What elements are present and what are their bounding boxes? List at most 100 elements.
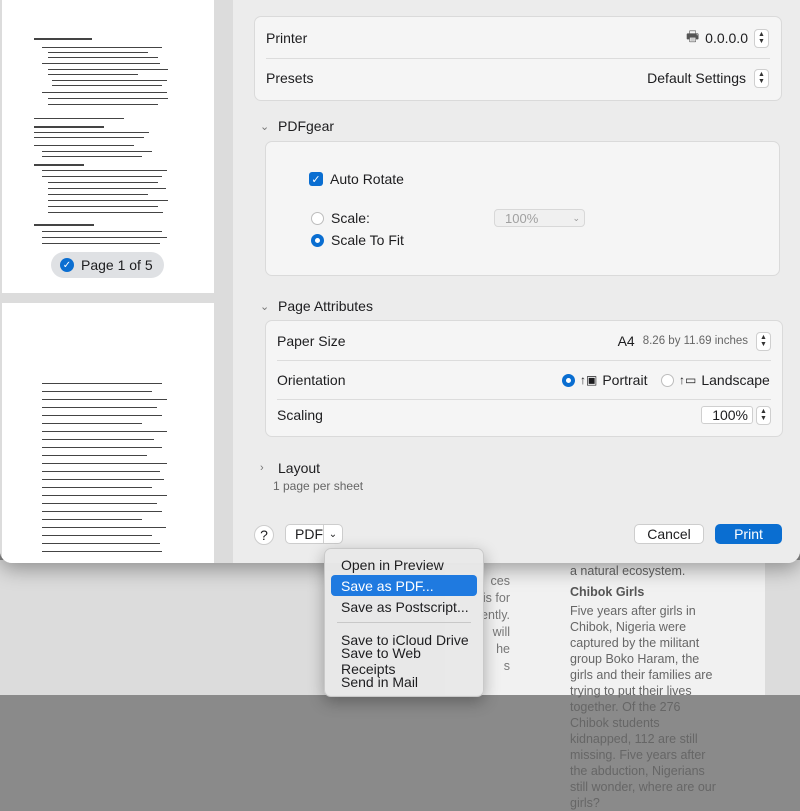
layout-title: Layout xyxy=(278,460,321,476)
orientation-label: Orientation xyxy=(277,372,346,388)
text-line xyxy=(42,447,162,448)
pdfgear-title: PDFgear xyxy=(278,118,335,134)
menu-divider xyxy=(337,622,471,623)
divider xyxy=(266,58,770,59)
pdfgear-card: ✓ Auto Rotate Scale: 100% ⌄ Scale To Fit xyxy=(265,141,780,276)
printer-icon: 🖶 xyxy=(685,28,700,44)
scale-to-fit-radio[interactable]: Scale To Fit xyxy=(311,231,779,249)
presets-row[interactable]: Presets Default Settings ▲ ▼ xyxy=(255,68,781,88)
print-button[interactable]: Print xyxy=(715,524,782,544)
page-attributes-card: Paper Size A4 8.26 by 11.69 inches ▲ ▼ Or… xyxy=(265,320,783,437)
chevron-down-icon: ⌄ xyxy=(260,300,270,313)
text-line xyxy=(42,170,167,171)
page-attributes-title: Page Attributes xyxy=(278,298,373,314)
text-line xyxy=(42,455,147,456)
checkbox-checked-icon: ✓ xyxy=(309,172,323,186)
presets-popup[interactable]: Default Settings ▲ ▼ xyxy=(647,68,769,88)
text-line xyxy=(42,391,152,392)
presets-value: Default Settings xyxy=(647,70,746,86)
text-line xyxy=(42,407,157,408)
portrait-label: Portrait xyxy=(602,372,648,388)
cancel-button[interactable]: Cancel xyxy=(634,524,704,544)
paper-size-popup[interactable]: A4 8.26 by 11.69 inches ▲ ▼ xyxy=(617,331,771,351)
text-line xyxy=(34,126,104,128)
text-line xyxy=(34,137,144,138)
menu-item-open-in-preview[interactable]: Open in Preview xyxy=(331,554,477,575)
text-line xyxy=(42,92,167,93)
scaling-input[interactable]: 100% xyxy=(701,406,753,424)
text-line xyxy=(34,132,149,133)
text-line xyxy=(48,74,138,75)
text-line xyxy=(42,431,167,432)
printer-value: 0.0.0.0 xyxy=(705,30,748,46)
printer-label: Printer xyxy=(266,30,308,46)
text-line xyxy=(48,200,168,201)
printer-row[interactable]: Printer 🖶 0.0.0.0 ▲ ▼ xyxy=(255,26,781,50)
help-button[interactable]: ? xyxy=(254,525,274,545)
preview-pane[interactable]: ✓ Page 1 of 5 xyxy=(0,0,233,563)
preview-page-1[interactable] xyxy=(2,0,214,293)
text-line xyxy=(42,383,162,384)
text-line xyxy=(42,479,164,480)
landscape-radio[interactable]: ↑▭ Landscape xyxy=(661,372,770,388)
text-line xyxy=(42,439,154,440)
portrait-radio[interactable]: ↑▣ Portrait xyxy=(562,372,647,388)
paper-size-dimensions: 8.26 by 11.69 inches xyxy=(642,335,748,347)
stepper-arrows-icon[interactable]: ▲ ▼ xyxy=(756,405,771,425)
text-line xyxy=(42,63,160,64)
portrait-icon: ↑▣ xyxy=(580,373,598,387)
text-line xyxy=(42,471,160,472)
paper-size-value: A4 xyxy=(617,333,635,349)
divider xyxy=(277,360,771,361)
page-attributes-section-header[interactable]: ⌄ Page Attributes xyxy=(260,298,373,314)
pdf-label: PDF xyxy=(295,526,323,542)
text-line xyxy=(34,118,124,119)
preview-page-2[interactable] xyxy=(2,303,214,563)
text-line xyxy=(42,423,142,424)
text-line xyxy=(48,212,163,213)
article-heading: Chibok Girls xyxy=(570,585,645,599)
menu-item-save-to-web-receipts[interactable]: Save to Web Receipts xyxy=(331,645,477,677)
popup-chevron-icon: ▲ ▼ xyxy=(754,28,769,48)
text-line xyxy=(34,164,84,166)
layout-summary: 1 page per sheet xyxy=(273,479,364,493)
text-line xyxy=(48,69,168,70)
text-line xyxy=(42,495,167,496)
text-line xyxy=(42,463,167,464)
scaling-row: Scaling 100% ▲ ▼ xyxy=(266,405,782,425)
text-line xyxy=(48,52,148,53)
auto-rotate-checkbox[interactable]: ✓ Auto Rotate xyxy=(309,170,779,188)
paper-size-label: Paper Size xyxy=(277,333,346,349)
printer-card: Printer 🖶 0.0.0.0 ▲ ▼ Presets Default Set… xyxy=(254,16,782,101)
radio-off-icon xyxy=(661,373,674,387)
print-dialog: ✓ Page 1 of 5 Printer 🖶 0.0.0.0 ▲ ▼ Pres… xyxy=(0,0,800,563)
pdfgear-section-header[interactable]: ⌄ PDFgear xyxy=(260,118,334,134)
page-indicator[interactable]: ✓ Page 1 of 5 xyxy=(51,252,164,278)
background-article: a natural ecosystem. Chibok Girls Five y… xyxy=(570,563,720,811)
page-indicator-label: Page 1 of 5 xyxy=(81,257,153,273)
menu-item-save-as-postscript[interactable]: Save as Postscript... xyxy=(331,596,477,617)
text-line xyxy=(42,503,157,504)
landscape-label: Landscape xyxy=(701,372,770,388)
pdf-menu-button[interactable]: PDF ⌄ xyxy=(285,524,343,544)
scale-percent-field[interactable]: 100% ⌄ xyxy=(494,209,585,227)
paper-size-row[interactable]: Paper Size A4 8.26 by 11.69 inches ▲ ▼ xyxy=(266,331,782,351)
text-line xyxy=(42,551,162,552)
text-line xyxy=(48,194,148,195)
menu-item-save-as-pdf[interactable]: Save as PDF... xyxy=(331,575,477,596)
radio-on-icon xyxy=(562,373,575,387)
checkmark-icon: ✓ xyxy=(60,258,74,272)
chevron-down-icon: ⌄ xyxy=(572,212,580,223)
text-line xyxy=(42,535,152,536)
scaling-stepper[interactable]: 100% ▲ ▼ xyxy=(701,405,771,425)
printer-popup[interactable]: 🖶 0.0.0.0 ▲ ▼ xyxy=(686,26,769,50)
text-line xyxy=(34,38,92,40)
chevron-down-icon: ⌄ xyxy=(323,525,342,543)
popup-chevron-icon: ▲ ▼ xyxy=(754,68,769,88)
text-line xyxy=(42,47,162,48)
article-body: Five years after girls in Chibok, Nigeri… xyxy=(570,604,716,810)
layout-section-header[interactable]: › Layout xyxy=(260,460,320,476)
text-line xyxy=(34,145,134,146)
text-line xyxy=(42,527,166,528)
menu-item-send-in-mail[interactable]: Send in Mail xyxy=(331,671,477,692)
